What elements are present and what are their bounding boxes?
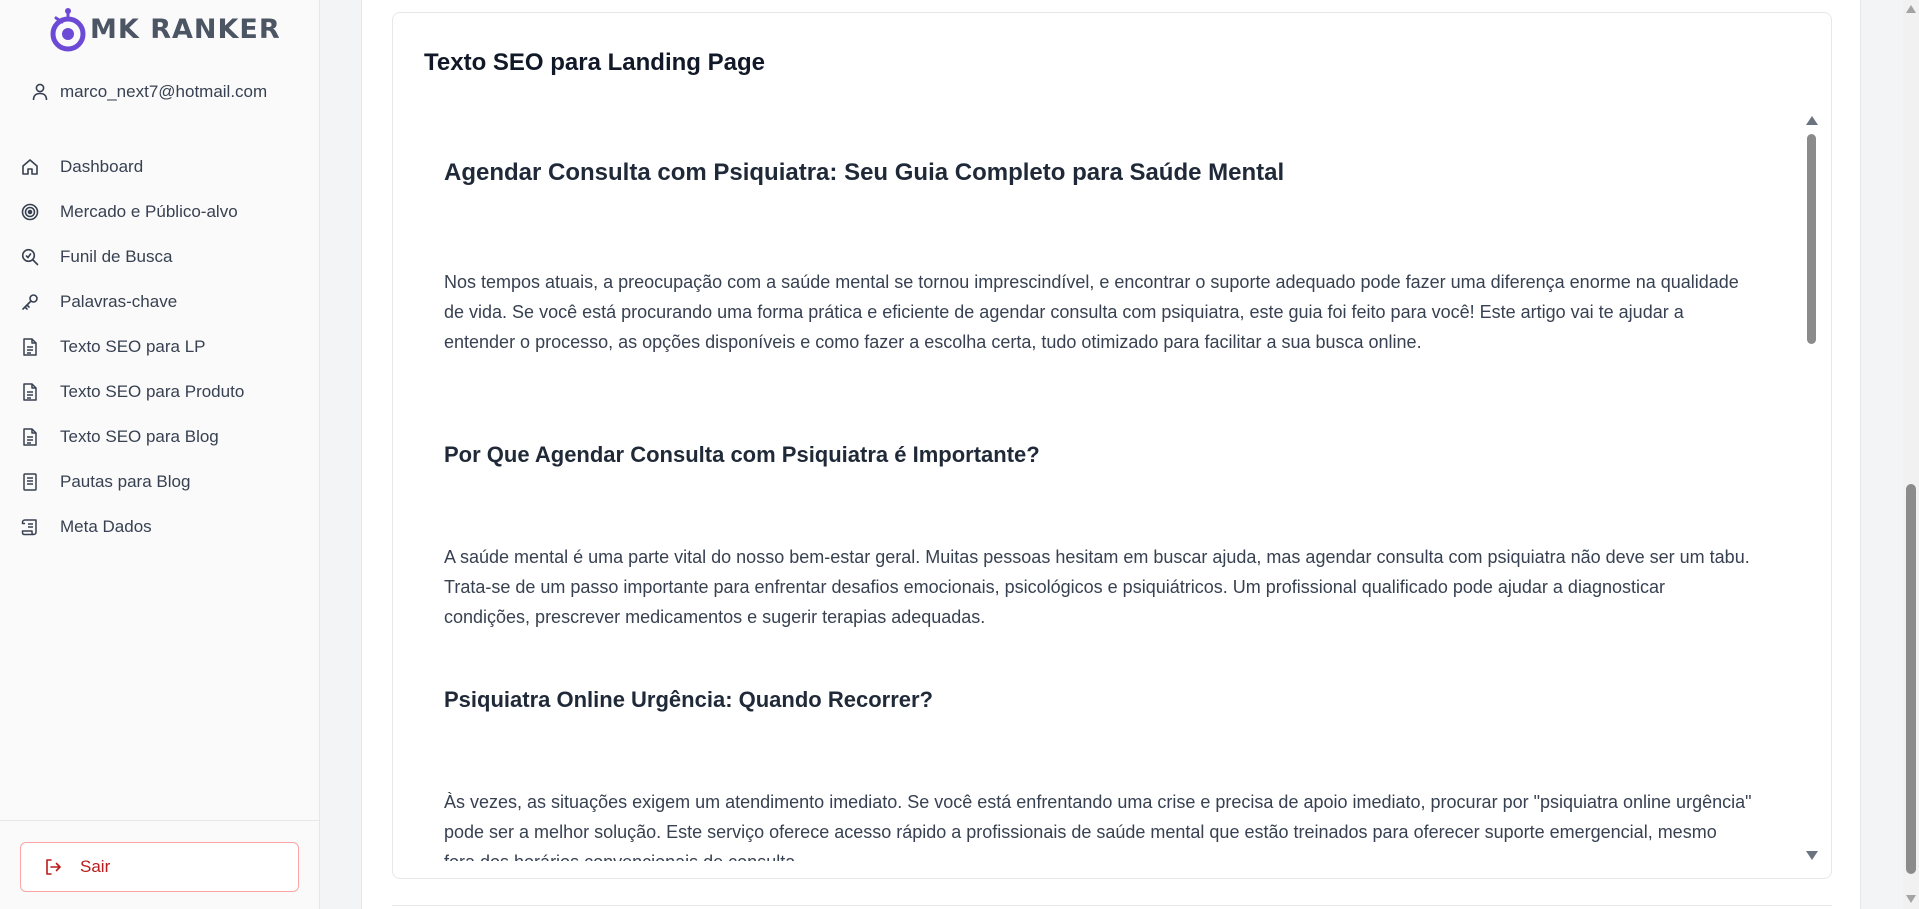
user-email: marco_next7@hotmail.com bbox=[60, 82, 268, 101]
sidebar-item-label: Texto SEO para Blog bbox=[60, 426, 219, 446]
article-content[interactable]: Agendar Consulta com Psiquiatra: Seu Gui… bbox=[444, 103, 1752, 861]
seo-text-card: Texto SEO para Landing Page Agendar Cons… bbox=[392, 12, 1832, 879]
sidebar-item-funil[interactable]: Funil de Busca bbox=[0, 234, 319, 279]
scroll-down-arrow-icon[interactable] bbox=[1906, 895, 1916, 903]
logout-icon bbox=[43, 857, 63, 877]
robot-logo-icon bbox=[46, 6, 90, 52]
sidebar-item-pautas[interactable]: Pautas para Blog bbox=[0, 459, 319, 504]
sidebar-item-label: Texto SEO para Produto bbox=[60, 381, 245, 401]
sidebar-item-label: Meta Dados bbox=[60, 516, 152, 536]
sidebar-item-label: Pautas para Blog bbox=[60, 471, 191, 491]
user-icon bbox=[30, 82, 50, 102]
sidebar-nav: Dashboard Mercado e Público-alvo Funil d… bbox=[0, 144, 319, 549]
article-heading: Agendar Consulta com Psiquiatra: Seu Gui… bbox=[444, 159, 1285, 186]
user-account: marco_next7@hotmail.com bbox=[30, 82, 267, 102]
scroll-icon bbox=[20, 517, 40, 537]
logout-label: Sair bbox=[80, 857, 111, 876]
logout-button[interactable]: Sair bbox=[20, 842, 299, 892]
brand-name: MK RANKER bbox=[90, 13, 281, 45]
article-subheading: Por Que Agendar Consulta com Psiquiatra … bbox=[444, 442, 1040, 467]
sidebar-item-label: Palavras-chave bbox=[60, 291, 178, 311]
sidebar-item-label: Texto SEO para LP bbox=[60, 336, 206, 356]
sidebar-item-texto-blog[interactable]: Texto SEO para Blog bbox=[0, 414, 319, 459]
sidebar-item-palavras[interactable]: Palavras-chave bbox=[0, 279, 319, 324]
scroll-up-arrow-icon[interactable] bbox=[1806, 116, 1818, 125]
document-icon bbox=[20, 427, 40, 447]
scroll-down-arrow-icon[interactable] bbox=[1806, 851, 1818, 860]
sidebar-item-label: Dashboard bbox=[60, 156, 144, 176]
sidebar-divider bbox=[0, 820, 319, 821]
article-subheading: Psiquiatra Online Urgência: Quando Recor… bbox=[444, 687, 933, 712]
notebook-icon bbox=[20, 472, 40, 492]
sidebar: MK RANKER marco_next7@hotmail.com Dashbo… bbox=[0, 0, 320, 909]
main-content: Texto SEO para Landing Page Agendar Cons… bbox=[361, 0, 1861, 909]
scrollbar-thumb[interactable] bbox=[1807, 134, 1816, 344]
home-icon bbox=[20, 157, 40, 177]
article-paragraph: A saúde mental é uma parte vital do noss… bbox=[444, 547, 1750, 627]
article-paragraph: Nos tempos atuais, a preocupação com a s… bbox=[444, 272, 1739, 352]
key-icon bbox=[20, 292, 40, 312]
sidebar-item-meta-dados[interactable]: Meta Dados bbox=[0, 504, 319, 549]
page-scrollbar[interactable] bbox=[1903, 0, 1919, 909]
target-icon bbox=[20, 202, 40, 222]
sidebar-item-label: Mercado e Público-alvo bbox=[60, 201, 238, 221]
sidebar-item-label: Funil de Busca bbox=[60, 246, 173, 266]
search-zoom-icon bbox=[20, 247, 40, 267]
document-icon bbox=[20, 382, 40, 402]
article-paragraph: Às vezes, as situações exigem um atendim… bbox=[444, 792, 1752, 861]
next-card-edge bbox=[392, 905, 1832, 909]
sidebar-item-dashboard[interactable]: Dashboard bbox=[0, 144, 319, 189]
document-icon bbox=[20, 337, 40, 357]
scroll-up-arrow-icon[interactable] bbox=[1906, 5, 1916, 13]
sidebar-item-mercado[interactable]: Mercado e Público-alvo bbox=[0, 189, 319, 234]
brand-logo[interactable]: MK RANKER bbox=[46, 6, 281, 52]
scrollbar-thumb[interactable] bbox=[1906, 484, 1916, 874]
content-scrollbar[interactable] bbox=[1804, 114, 1818, 860]
card-title: Texto SEO para Landing Page bbox=[424, 49, 765, 76]
sidebar-item-texto-produto[interactable]: Texto SEO para Produto bbox=[0, 369, 319, 414]
sidebar-item-texto-lp[interactable]: Texto SEO para LP bbox=[0, 324, 319, 369]
